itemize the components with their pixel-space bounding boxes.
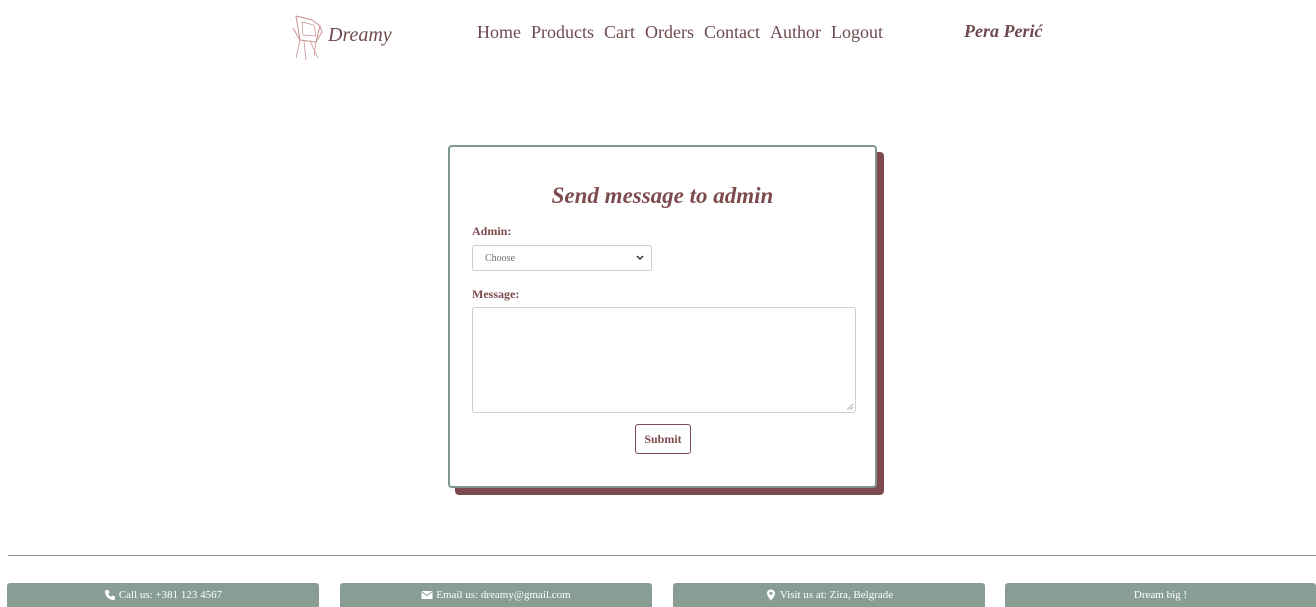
message-form-card: Send message to admin Admin: Choose Mess…: [448, 145, 877, 488]
message-label: Message:: [472, 287, 520, 301]
nav-orders[interactable]: Orders: [645, 22, 694, 43]
submit-button[interactable]: Submit: [635, 424, 691, 454]
resize-grip-icon[interactable]: [846, 403, 854, 411]
footer-email: Email us: dreamy@gmail.com: [340, 583, 652, 607]
footer-divider: [8, 555, 1316, 556]
user-name: Pera Perić: [964, 21, 1043, 41]
footer-call-text: Call us: +381 123 4567: [118, 589, 223, 601]
admin-select[interactable]: Choose: [472, 245, 652, 271]
footer-visit-text: Visit us at: Zira, Belgrade: [779, 589, 894, 601]
nav-author[interactable]: Author: [770, 22, 821, 43]
footer-slogan: Dream big !: [1005, 583, 1316, 607]
brand-name: Dreamy: [328, 23, 392, 46]
nav-contact[interactable]: Contact: [704, 22, 760, 43]
chair-icon: [292, 15, 323, 61]
map-marker-icon: [766, 589, 775, 601]
nav-logout[interactable]: Logout: [831, 22, 883, 43]
admin-label: Admin:: [472, 224, 512, 238]
nav-products[interactable]: Products: [531, 22, 594, 43]
envelope-icon: [421, 591, 434, 599]
footer-email-text: Email us: dreamy@gmail.com: [436, 589, 571, 601]
form-title: Send message to admin: [551, 183, 774, 208]
main-nav: Home Products Cart Orders Contact Author…: [477, 22, 883, 43]
footer-visit: Visit us at: Zira, Belgrade: [673, 583, 985, 607]
footer-slogan-text: Dream big !: [1133, 589, 1188, 601]
phone-icon: [104, 590, 115, 600]
message-textarea[interactable]: [472, 307, 856, 413]
footer-call: Call us: +381 123 4567: [7, 583, 319, 607]
chevron-down-icon: [636, 255, 644, 261]
brand-logo-link[interactable]: Dreamy: [290, 12, 392, 62]
nav-home[interactable]: Home: [477, 22, 521, 43]
header: Dreamy Home Products Cart Orders Contact…: [0, 0, 1316, 70]
admin-select-value: Choose: [485, 252, 515, 264]
nav-cart[interactable]: Cart: [604, 22, 635, 43]
